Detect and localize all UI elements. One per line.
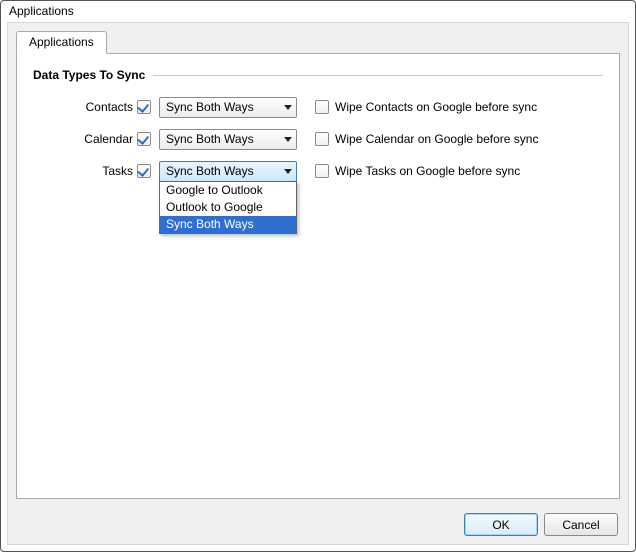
dropdown-tasks-mode[interactable]: Google to Outlook Outlook to Google Sync… bbox=[159, 181, 297, 234]
checkbox-contacts-enable[interactable] bbox=[137, 100, 151, 114]
combo-calendar-text: Sync Both Ways bbox=[160, 132, 279, 146]
window: Applications Applications Data Types To … bbox=[0, 0, 636, 552]
cancel-button[interactable]: Cancel bbox=[544, 513, 618, 536]
tab-applications[interactable]: Applications bbox=[16, 31, 107, 54]
checkbox-wipe-calendar[interactable] bbox=[315, 132, 329, 146]
chevron-down-icon bbox=[279, 105, 296, 110]
chevron-down-icon bbox=[279, 137, 296, 142]
dropdown-option-outlook-to-google[interactable]: Outlook to Google bbox=[160, 199, 296, 216]
row-tasks: Tasks Sync Both Ways Wipe Tasks on Googl… bbox=[33, 160, 603, 182]
dialog-footer: OK Cancel bbox=[8, 507, 628, 544]
dropdown-option-sync-both-ways[interactable]: Sync Both Ways bbox=[160, 216, 296, 233]
label-contacts: Contacts bbox=[33, 100, 137, 114]
section-header: Data Types To Sync bbox=[33, 68, 603, 82]
checkbox-wipe-contacts[interactable] bbox=[315, 100, 329, 114]
checkbox-calendar-enable[interactable] bbox=[137, 132, 151, 146]
combo-tasks-mode[interactable]: Sync Both Ways bbox=[159, 161, 297, 182]
wipe-tasks-label: Wipe Tasks on Google before sync bbox=[335, 164, 520, 178]
combo-contacts-text: Sync Both Ways bbox=[160, 100, 279, 114]
tab-content: Data Types To Sync Contacts Sync Both Wa… bbox=[16, 53, 620, 499]
combo-calendar-mode[interactable]: Sync Both Ways bbox=[159, 129, 297, 150]
tab-strip: Applications bbox=[8, 23, 628, 53]
window-title: Applications bbox=[1, 1, 635, 22]
wipe-tasks: Wipe Tasks on Google before sync bbox=[315, 164, 520, 178]
label-tasks: Tasks bbox=[33, 164, 137, 178]
combo-contacts-mode[interactable]: Sync Both Ways bbox=[159, 97, 297, 118]
chevron-down-icon bbox=[279, 169, 296, 174]
checkbox-wipe-tasks[interactable] bbox=[315, 164, 329, 178]
section-title: Data Types To Sync bbox=[33, 68, 153, 82]
section-rule bbox=[153, 75, 603, 76]
wipe-calendar: Wipe Calendar on Google before sync bbox=[315, 132, 538, 146]
wipe-contacts: Wipe Contacts on Google before sync bbox=[315, 100, 537, 114]
row-calendar: Calendar Sync Both Ways Wipe Calendar on… bbox=[33, 128, 603, 150]
inner-panel: Applications Data Types To Sync Contacts… bbox=[7, 22, 629, 545]
dropdown-option-google-to-outlook[interactable]: Google to Outlook bbox=[160, 182, 296, 199]
combo-tasks-text: Sync Both Ways bbox=[160, 164, 279, 178]
row-contacts: Contacts Sync Both Ways Wipe Contacts on… bbox=[33, 96, 603, 118]
label-calendar: Calendar bbox=[33, 132, 137, 146]
wipe-calendar-label: Wipe Calendar on Google before sync bbox=[335, 132, 538, 146]
checkbox-tasks-enable[interactable] bbox=[137, 164, 151, 178]
wipe-contacts-label: Wipe Contacts on Google before sync bbox=[335, 100, 537, 114]
ok-button[interactable]: OK bbox=[464, 513, 538, 536]
